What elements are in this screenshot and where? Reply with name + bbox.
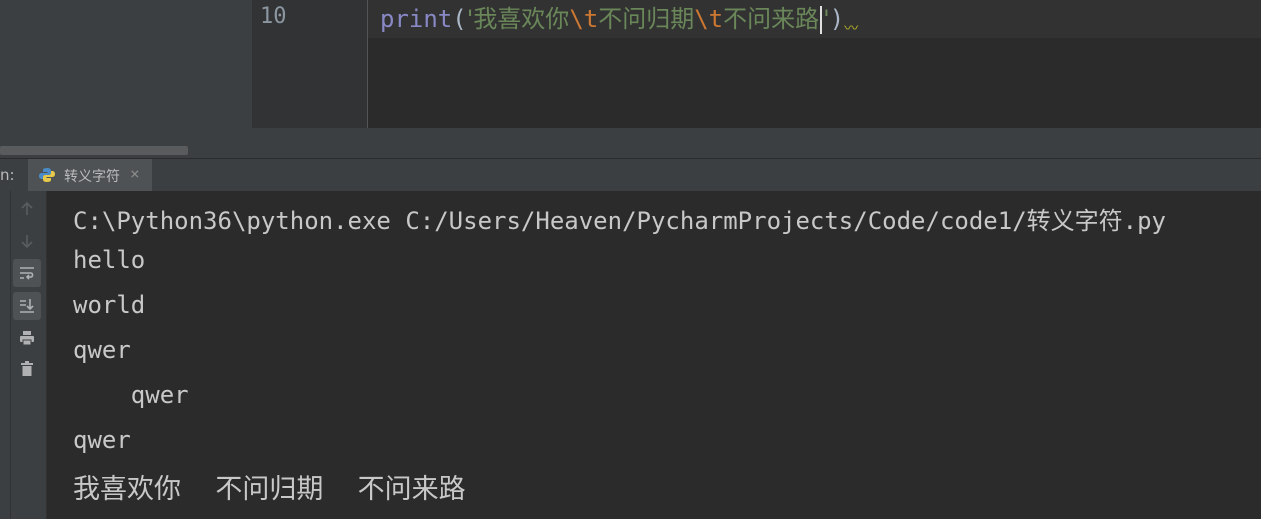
arrow-down-icon[interactable]	[13, 227, 41, 255]
open-paren: (	[452, 5, 467, 33]
console-line: qwer	[73, 381, 189, 409]
project-panel	[0, 0, 252, 158]
print-keyword: print	[380, 5, 453, 33]
console-line: world	[73, 291, 146, 319]
console-line: 我喜欢你 不问归期 不问来路	[73, 474, 466, 505]
run-tab-label: 转义字符	[64, 169, 120, 185]
text-caret	[820, 6, 823, 34]
code-line[interactable]: print('我喜欢你\t不问归期\t不问来路 ')〰	[380, 2, 858, 46]
escape-tab-1: \t	[569, 5, 599, 33]
console-line: qwer	[73, 426, 131, 454]
horizontal-scrollbar[interactable]	[0, 146, 188, 155]
string-segment-3: 不问来路	[723, 5, 820, 33]
string-segment-2: 不问归期	[598, 5, 695, 33]
code-editor[interactable]: print('我喜欢你\t不问归期\t不问来路 ')〰	[368, 0, 1261, 128]
console-line: hello	[73, 246, 146, 274]
close-paren: )	[829, 5, 845, 33]
python-icon	[39, 168, 55, 182]
print-icon[interactable]	[13, 324, 41, 352]
run-label: n:	[0, 166, 15, 184]
run-tab-bar: n: 转义字符 ×	[0, 158, 1261, 192]
console-line: C:\Python36\python.exe C:/Users/Heaven/P…	[73, 207, 1166, 235]
soft-wrap-icon[interactable]	[13, 259, 41, 287]
string-segment-1: 我喜欢你	[473, 5, 570, 33]
editor-bottom-bar	[252, 128, 1261, 158]
line-number-gutter: 10	[252, 0, 368, 128]
quote-close: '	[823, 5, 830, 33]
escape-tab-2: \t	[694, 5, 724, 33]
console-output[interactable]: C:\Python36\python.exe C:/Users/Heaven/P…	[47, 191, 1261, 519]
run-toolbar	[0, 191, 47, 519]
close-tab-icon[interactable]: ×	[130, 164, 140, 183]
trash-icon[interactable]	[13, 355, 41, 383]
run-tab[interactable]: 转义字符 ×	[28, 159, 152, 191]
console-line: qwer	[73, 336, 131, 364]
line-number: 10	[260, 4, 287, 29]
scroll-to-end-icon[interactable]	[13, 292, 41, 320]
arrow-up-icon[interactable]	[13, 195, 41, 223]
toolbar-edge	[10, 191, 11, 519]
warning-squiggle-icon: 〰	[844, 20, 859, 37]
